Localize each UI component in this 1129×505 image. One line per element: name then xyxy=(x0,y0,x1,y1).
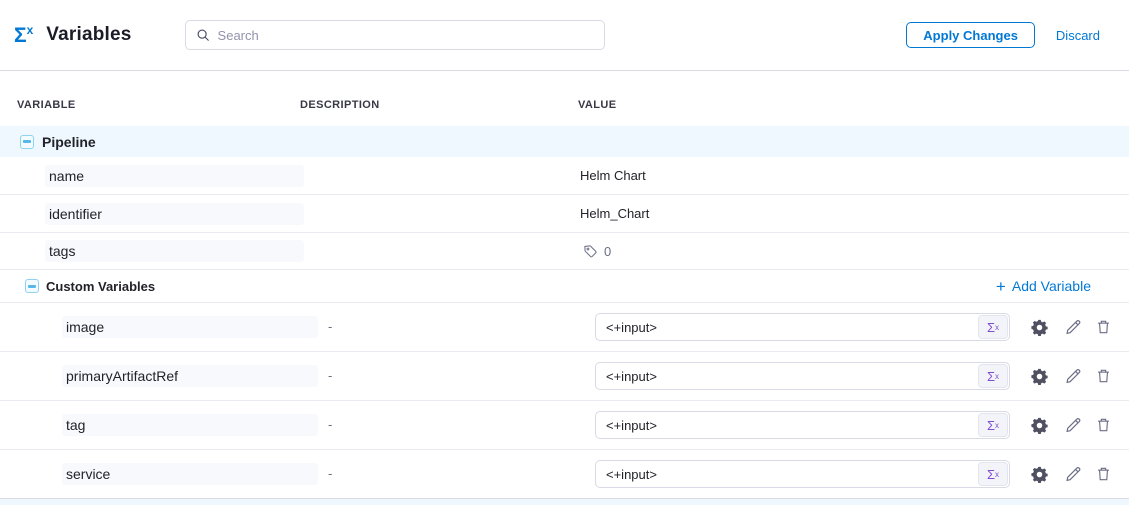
runtime-input-field: Σx xyxy=(595,460,1010,488)
value-input[interactable] xyxy=(595,313,1010,341)
add-variable-label: Add Variable xyxy=(1012,278,1091,294)
table-row: service - Σx xyxy=(0,450,1129,499)
column-header-description: DESCRIPTION xyxy=(283,99,560,111)
variable-name-label: name xyxy=(45,165,304,187)
variables-panel: Σx Variables Apply Changes Discard VARIA… xyxy=(0,0,1129,505)
variable-value-text: Helm Chart xyxy=(560,168,646,183)
delete-icon[interactable] xyxy=(1096,417,1111,433)
top-bar: Σx Variables Apply Changes Discard xyxy=(0,0,1129,71)
description-cell: - xyxy=(283,417,332,432)
table-row: primaryArtifactRef - Σx xyxy=(0,352,1129,401)
apply-changes-button[interactable]: Apply Changes xyxy=(906,22,1035,48)
tags-count: 0 xyxy=(604,244,611,259)
table-row: image - Σx xyxy=(0,303,1129,352)
discard-button[interactable]: Discard xyxy=(1056,28,1100,43)
add-variable-button[interactable]: + Add Variable xyxy=(996,278,1091,295)
search-icon xyxy=(196,28,210,42)
tag-icon xyxy=(583,244,598,259)
runtime-input-field: Σx xyxy=(595,362,1010,390)
variable-name-label: identifier xyxy=(45,203,304,225)
delete-icon[interactable] xyxy=(1096,466,1111,482)
section-title: Pipeline xyxy=(42,134,96,150)
delete-icon[interactable] xyxy=(1096,368,1111,384)
next-section-edge xyxy=(0,499,1129,505)
section-row-custom-variables[interactable]: Custom Variables + Add Variable xyxy=(0,270,1129,303)
variable-name-label: tags xyxy=(45,240,304,262)
edit-icon[interactable] xyxy=(1065,368,1081,384)
runtime-input-type-button[interactable]: Σx xyxy=(978,413,1008,437)
value-input[interactable] xyxy=(595,460,1010,488)
table-row: tags 0 xyxy=(0,233,1129,270)
value-input[interactable] xyxy=(595,411,1010,439)
table-row: tag - Σx xyxy=(0,401,1129,450)
edit-icon[interactable] xyxy=(1065,417,1081,433)
column-header-variable: VARIABLE xyxy=(0,99,283,111)
variable-name-label: tag xyxy=(62,414,318,436)
runtime-input-field: Σx xyxy=(595,411,1010,439)
column-header-value: VALUE xyxy=(560,99,1129,111)
search-box[interactable] xyxy=(185,20,605,50)
description-cell: - xyxy=(283,466,332,481)
section-row-pipeline[interactable]: Pipeline xyxy=(0,126,1129,157)
edit-icon[interactable] xyxy=(1065,319,1081,335)
variable-name-label: service xyxy=(62,463,318,485)
table-header-row: VARIABLE DESCRIPTION VALUE xyxy=(0,71,1129,126)
tags-value: 0 xyxy=(560,244,611,259)
search-input[interactable] xyxy=(218,28,604,43)
page-title: Variables xyxy=(46,24,131,46)
description-cell: - xyxy=(283,319,332,334)
runtime-input-type-button[interactable]: Σx xyxy=(978,364,1008,388)
description-cell: - xyxy=(283,368,332,383)
delete-icon[interactable] xyxy=(1096,319,1111,335)
plus-icon: + xyxy=(996,278,1006,295)
runtime-input-type-button[interactable]: Σx xyxy=(978,315,1008,339)
value-input[interactable] xyxy=(595,362,1010,390)
table-row: identifier Helm_Chart xyxy=(0,195,1129,233)
settings-icon[interactable] xyxy=(1031,466,1048,483)
settings-icon[interactable] xyxy=(1031,319,1048,336)
collapse-icon[interactable] xyxy=(25,279,39,293)
variable-name-label: image xyxy=(62,316,318,338)
variable-name-label: primaryArtifactRef xyxy=(62,365,318,387)
settings-icon[interactable] xyxy=(1031,417,1048,434)
settings-icon[interactable] xyxy=(1031,368,1048,385)
section-title: Custom Variables xyxy=(46,279,155,294)
runtime-input-field: Σx xyxy=(595,313,1010,341)
variable-value-text: Helm_Chart xyxy=(560,206,649,221)
collapse-icon[interactable] xyxy=(20,135,34,149)
table-row: name Helm Chart xyxy=(0,157,1129,195)
runtime-input-type-button[interactable]: Σx xyxy=(978,462,1008,486)
sigma-logo-icon: Σx xyxy=(14,24,33,46)
edit-icon[interactable] xyxy=(1065,466,1081,482)
